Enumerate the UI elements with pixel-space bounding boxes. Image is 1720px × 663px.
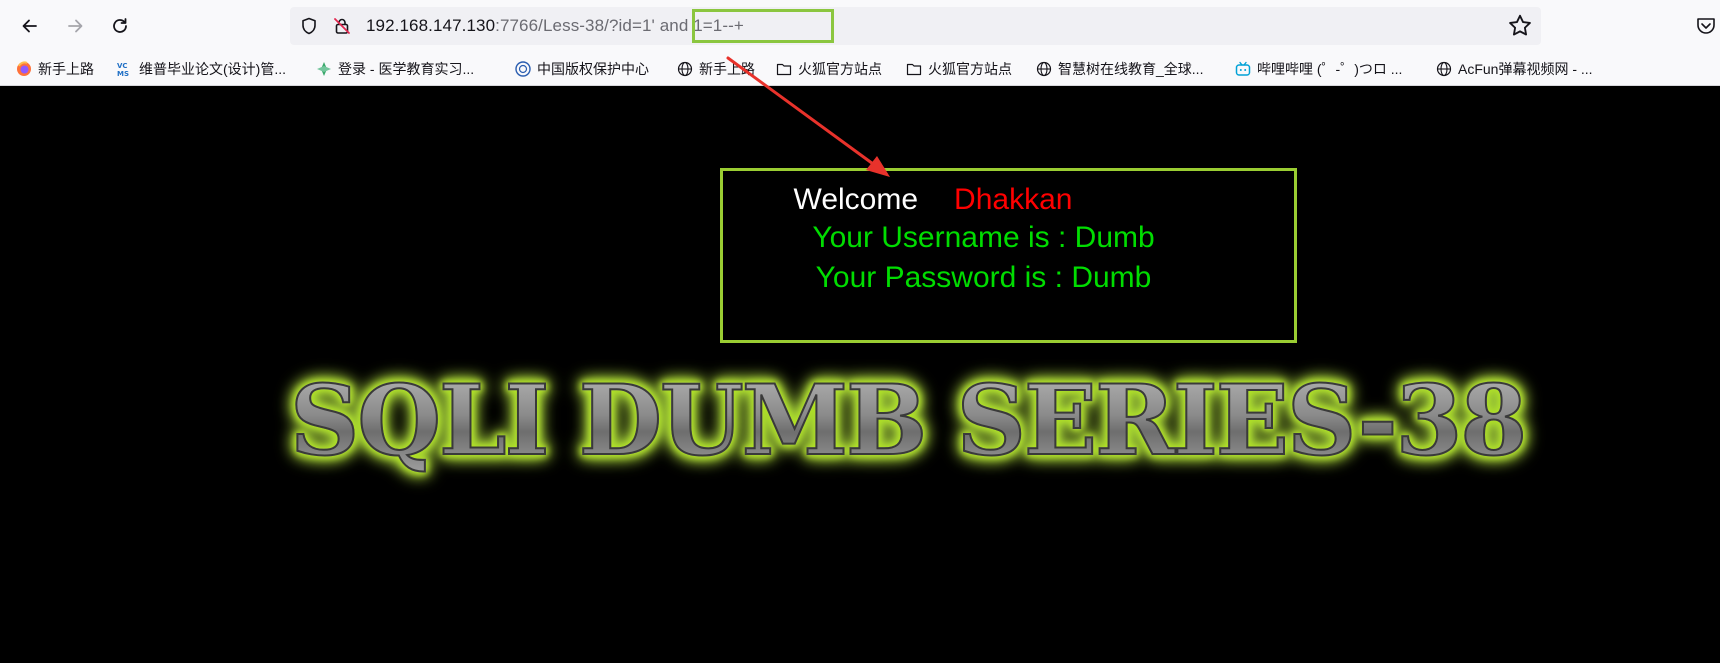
shield-icon[interactable] (299, 16, 319, 36)
globe-icon (1436, 61, 1452, 77)
series-title-banner: SQLI DUMB SERIES-38 (289, 365, 1630, 477)
series-title: SQLI DUMB SERIES-38 (289, 365, 1630, 477)
url-path-query: :7766/Less-38/?id=1' and 1=1--+ (495, 16, 744, 35)
bookmark-item[interactable]: VC MS 维普毕业论文(设计)管... (117, 58, 286, 80)
back-button[interactable] (14, 10, 46, 42)
password-line: Your Password is : Dumb (815, 261, 1152, 294)
bookmark-item[interactable]: 新手上路 (16, 58, 94, 80)
copyright-center-icon (515, 61, 531, 77)
bookmark-item[interactable]: 智慧树在线教育_全球... (1036, 58, 1203, 80)
bookmark-label: 新手上路 (699, 61, 755, 77)
star-icon[interactable] (1506, 12, 1534, 40)
arrow-right-icon (68, 19, 83, 33)
result-box: Welcome Dhakkan Your Username is : Dumb Y… (720, 168, 1297, 343)
bookmark-label: 智慧树在线教育_全球... (1058, 61, 1204, 77)
vcms-icon: VC MS (117, 61, 133, 77)
globe-icon (677, 61, 693, 77)
bookmark-item[interactable]: 火狐官方站点 (776, 58, 882, 80)
url-text[interactable]: 192.168.147.130:7766/Less-38/?id=1' and … (366, 16, 744, 36)
svg-text:MS: MS (117, 70, 129, 77)
bookmark-item[interactable]: 新手上路 (677, 58, 755, 80)
bookmark-label: 中国版权保护中心 (537, 61, 649, 77)
bookmark-item[interactable]: 登录 - 医学教育实习... (316, 58, 474, 80)
bilibili-icon (1235, 61, 1251, 77)
globe-icon (1036, 61, 1052, 77)
green-leaf-icon (316, 61, 332, 77)
welcome-line: Welcome Dhakkan (723, 181, 1143, 219)
bookmark-label: 火狐官方站点 (928, 61, 1012, 77)
firefox-icon (16, 61, 32, 77)
bookmark-label: 新手上路 (38, 61, 94, 77)
bookmark-item[interactable]: AcFun弹幕视频网 - ... (1436, 58, 1593, 80)
bookmark-label: 哔哩哔哩 (゜-゜)つロ ... (1257, 61, 1403, 77)
url-host: 192.168.147.130 (366, 16, 496, 35)
bookmark-item[interactable]: 中国版权保护中心 (515, 58, 649, 80)
bookmark-item[interactable]: 火狐官方站点 (906, 58, 1012, 80)
bookmark-label: 火狐官方站点 (798, 61, 882, 77)
bookmark-label: AcFun弹幕视频网 - ... (1458, 61, 1593, 77)
page-content: Welcome Dhakkan Your Username is : Dumb Y… (0, 86, 1720, 663)
bookmark-item[interactable]: 哔哩哔哩 (゜-゜)つロ ... (1235, 58, 1402, 80)
welcome-text: Welcome (793, 183, 919, 216)
forward-button[interactable] (59, 10, 91, 42)
bookmarks-toolbar: 新手上路 VC MS 维普毕业论文(设计)管... 登录 - 医学教育实习... … (0, 51, 1720, 86)
svg-text:VC: VC (117, 62, 128, 70)
bookmark-label: 维普毕业论文(设计)管... (139, 61, 286, 77)
folder-icon (906, 61, 922, 77)
insecure-lock-icon[interactable] (332, 16, 352, 36)
reload-button[interactable] (104, 10, 136, 42)
url-bar[interactable]: 192.168.147.130:7766/Less-38/?id=1' and … (290, 7, 1541, 45)
pocket-icon[interactable] (1694, 14, 1718, 38)
arrow-left-icon (22, 19, 37, 33)
bookmark-label: 登录 - 医学教育实习... (338, 61, 475, 77)
welcome-name: Dhakkan (954, 183, 1073, 216)
username-line: Your Username is : Dumb (812, 221, 1155, 254)
reload-icon (113, 18, 127, 33)
browser-toolbar: 192.168.147.130:7766/Less-38/?id=1' and … (0, 0, 1720, 51)
folder-icon (776, 61, 792, 77)
